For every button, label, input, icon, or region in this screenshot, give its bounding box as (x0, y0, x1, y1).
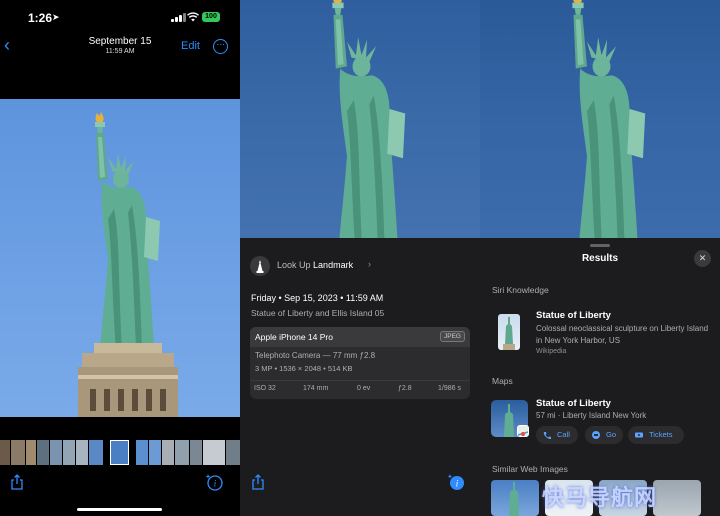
status-time: 1:26 (28, 11, 53, 25)
tickets-button[interactable]: Tickets (628, 426, 684, 444)
info-sparkle-filled-icon[interactable]: i (447, 473, 465, 491)
exif-focal-length: 174 mm (303, 385, 329, 392)
thumbnail[interactable] (63, 440, 75, 465)
bottom-toolbar: i (0, 468, 240, 516)
statue-of-liberty-image (332, 0, 406, 238)
share-icon[interactable] (251, 474, 265, 490)
go-button[interactable]: Go (585, 426, 623, 444)
knowledge-source: Wikipedia (536, 348, 567, 355)
photo-preview[interactable] (240, 0, 480, 238)
thumbnail[interactable] (11, 440, 25, 465)
thumbnail[interactable] (26, 440, 36, 465)
go-label: Go (606, 430, 617, 439)
bottom-toolbar: i (240, 468, 480, 516)
knowledge-description: Colossal neoclassical sculpture on Liber… (536, 324, 709, 345)
exif-aperture: ƒ2.8 (398, 385, 412, 392)
battery-icon: 100 (202, 12, 220, 22)
image-specs: 3 MP • 1536 × 2048 • 514 KB (255, 364, 353, 373)
thumbnail[interactable] (0, 440, 10, 465)
web-image[interactable] (491, 480, 539, 516)
landmark-icon (250, 256, 270, 276)
status-bar: 1:26 ➤ 100 (0, 0, 240, 34)
camera-model: Apple iPhone 14 Pro (255, 332, 333, 342)
close-icon[interactable]: ✕ (694, 250, 711, 267)
share-icon[interactable] (10, 474, 24, 490)
back-chevron-icon[interactable]: ‹ (4, 36, 18, 54)
knowledge-title[interactable]: Statue of Liberty (536, 310, 611, 321)
look-up-label: Landmark (313, 260, 354, 270)
sheet-grabber[interactable] (590, 244, 610, 247)
maps-distance-location: 57 mi · Liberty Island New York (536, 411, 647, 420)
call-label: Call (557, 430, 570, 439)
more-options-icon[interactable]: ··· (213, 39, 228, 54)
thumbnail[interactable] (190, 440, 202, 465)
car-icon (592, 431, 600, 439)
call-button[interactable]: Call (536, 426, 578, 444)
info-sparkle-icon[interactable]: i (205, 473, 223, 491)
watermark-text: 快马导航网 (542, 485, 658, 510)
edit-button[interactable]: Edit (181, 40, 200, 52)
look-up-prefix: Look Up (277, 260, 311, 270)
photo-info-panel: Look Up Landmark › Friday • Sep 15, 2023… (240, 0, 480, 516)
photo-time: 11:59 AM (105, 48, 135, 55)
photo-date-line: Friday • Sep 15, 2023 • 11:59 AM (251, 293, 384, 303)
ticket-icon (635, 432, 643, 438)
photo-caption[interactable]: Statue of Liberty and Ellis Island 05 (251, 308, 384, 318)
thumbnail[interactable] (37, 440, 49, 465)
maps-heading: Maps (492, 376, 513, 386)
phone-icon (543, 432, 551, 439)
exif-shutter-speed: 1/986 s (438, 385, 461, 392)
maps-place-name[interactable]: Statue of Liberty (536, 398, 611, 409)
thumbnail[interactable] (203, 440, 225, 465)
thumbnail[interactable] (226, 440, 240, 465)
photos-viewer-panel: 1:26 ➤ 100 ‹ September 15 11:59 AM Edit … (0, 0, 240, 516)
photo-date: September 15 (88, 36, 152, 47)
wifi-icon (187, 12, 199, 22)
cellular-signal-icon (171, 13, 186, 22)
statue-of-liberty-image (572, 0, 646, 238)
thumbnail[interactable] (149, 440, 161, 465)
camera-info-card: Apple iPhone 14 Pro JPEG Telephoto Camer… (250, 327, 470, 399)
siri-knowledge-heading: Siri Knowledge (492, 285, 549, 295)
thumbnail[interactable] (76, 440, 88, 465)
format-badge: JPEG (440, 331, 465, 342)
thumbnail[interactable] (50, 440, 62, 465)
lens-info: Telephoto Camera — 77 mm ƒ2.8 (255, 351, 376, 360)
nav-bar: ‹ September 15 11:59 AM Edit ··· (0, 30, 240, 62)
exif-iso: ISO 32 (254, 385, 276, 392)
look-up-landmark-button[interactable]: Look Up Landmark › (250, 256, 470, 276)
exif-row: ISO 32 174 mm 0 ev ƒ2.8 1/986 s (250, 380, 470, 399)
thumbnail[interactable] (162, 440, 174, 465)
thumbnail-strip[interactable] (0, 440, 240, 465)
svg-text:i: i (214, 479, 217, 489)
knowledge-thumbnail[interactable] (498, 314, 520, 350)
statue-of-liberty-image (78, 112, 178, 417)
sheet-title: Results (581, 253, 619, 264)
tickets-label: Tickets (649, 430, 673, 439)
main-photo[interactable] (0, 99, 240, 417)
thumbnail[interactable] (89, 440, 103, 465)
similar-web-images-heading: Similar Web Images (492, 464, 568, 474)
maps-app-icon (517, 425, 529, 437)
photo-preview[interactable] (480, 0, 720, 238)
thumbnail[interactable] (175, 440, 189, 465)
chevron-right-icon: › (368, 259, 371, 269)
location-arrow-icon: ➤ (52, 12, 60, 22)
home-indicator (77, 508, 162, 511)
results-sheet: Results ✕ Siri Knowledge Statue of Liber… (480, 238, 720, 516)
thumbnail[interactable] (136, 440, 148, 465)
exif-exposure-value: 0 ev (357, 385, 371, 392)
web-image[interactable] (653, 480, 701, 516)
thumbnail-current[interactable] (110, 440, 129, 465)
visual-lookup-results-panel: Results ✕ Siri Knowledge Statue of Liber… (480, 0, 720, 516)
